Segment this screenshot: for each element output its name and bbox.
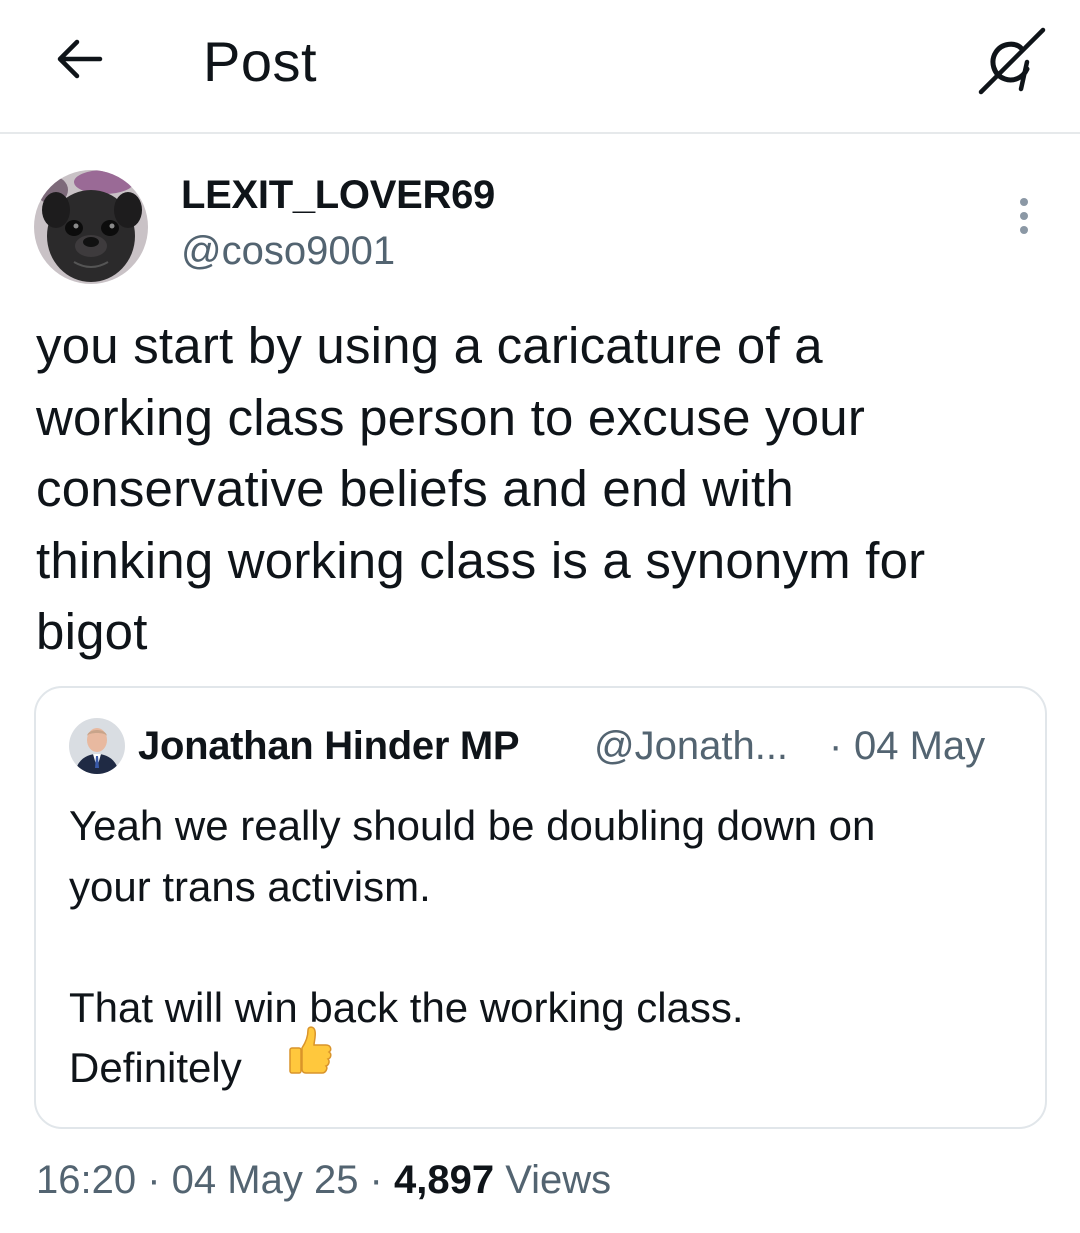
quoted-tweet-text: Yeah we really should be doubling down o…: [69, 802, 876, 1091]
quoted-tweet-card[interactable]: Jonathan Hinder MP @Jonath... · 04 May Y…: [34, 686, 1047, 1129]
author-handle[interactable]: @coso9001: [181, 226, 395, 276]
quoted-separator: ·: [829, 724, 843, 768]
quoted-author-handle: @Jonath...: [594, 724, 789, 768]
thumbs-up-emoji-icon: [289, 1026, 332, 1074]
author-avatar[interactable]: [34, 170, 148, 284]
meta-separator: ·: [136, 1158, 172, 1202]
top-app-bar: Post: [0, 0, 1080, 134]
views-label[interactable]: Views: [494, 1158, 611, 1202]
quoted-author-avatar: [69, 718, 125, 774]
page-title: Post: [203, 30, 318, 93]
author-display-name[interactable]: LEXIT_LOVER69: [181, 170, 495, 220]
meta-separator: ·: [358, 1158, 394, 1202]
quoted-author-name: Jonathan Hinder MP: [138, 724, 520, 768]
more-vertical-icon: [1020, 198, 1028, 234]
grok-icon: [978, 27, 1046, 95]
tweet-metadata: 16:20 · 04 May 25 · 4,897 Views: [36, 1152, 611, 1208]
arrow-left-icon: [57, 39, 103, 79]
grok-button[interactable]: [975, 24, 1049, 98]
tweet-time: 16:20: [36, 1158, 137, 1202]
more-options-button[interactable]: [1004, 192, 1044, 242]
person-avatar-icon: [69, 718, 125, 774]
back-button[interactable]: [50, 28, 110, 88]
tweet-text: you start by using a caricature of a wor…: [36, 317, 926, 660]
views-count[interactable]: 4,897: [394, 1158, 494, 1202]
quoted-date: 04 May: [854, 724, 986, 768]
tweet-date: 04 May 25: [171, 1158, 359, 1202]
pug-avatar-icon: [34, 170, 148, 284]
